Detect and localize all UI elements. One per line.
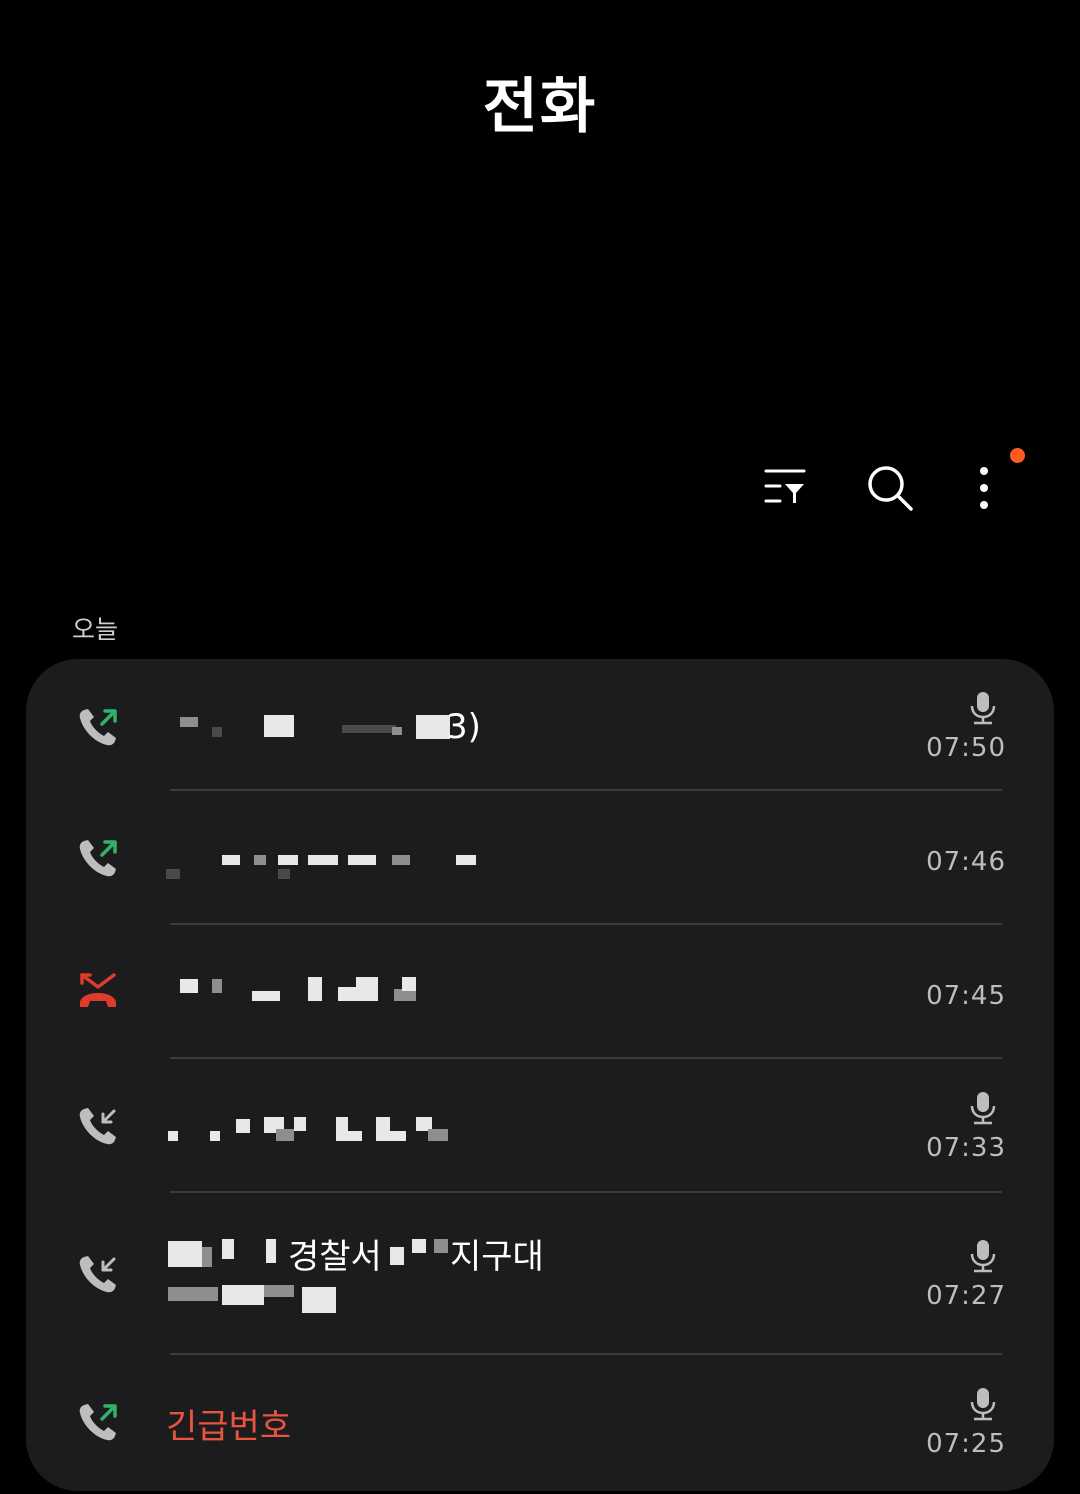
outgoing-call-icon bbox=[79, 709, 117, 746]
call-log-row[interactable]: 3) 07:50 bbox=[26, 659, 1054, 789]
incoming-call-icon bbox=[79, 1108, 116, 1145]
call-log-row[interactable]: 07:46 bbox=[26, 791, 1054, 923]
section-label-today: 오늘 bbox=[72, 615, 119, 644]
call-log-card: 3) 07:50 07:46 07:45 07:33 경찰서 지구대 07:27… bbox=[26, 659, 1054, 1491]
search-icon bbox=[868, 466, 913, 511]
recording-mic-icon bbox=[970, 1240, 996, 1273]
call-log-row[interactable]: 07:33 bbox=[26, 1059, 1054, 1191]
page-title: 전화 bbox=[482, 72, 598, 142]
call-time: 07:25 bbox=[926, 1429, 1006, 1459]
contact-name-redacted bbox=[166, 711, 476, 745]
call-time: 07:27 bbox=[926, 1281, 1006, 1311]
call-log-row[interactable]: 긴급번호 07:25 bbox=[26, 1355, 1054, 1491]
contact-name-redacted bbox=[166, 1113, 466, 1147]
call-time: 07:33 bbox=[926, 1133, 1006, 1163]
contact-name: 긴급번호 bbox=[166, 1407, 292, 1447]
contact-name-redacted bbox=[390, 1237, 450, 1271]
contact-name-part: 지구대 bbox=[450, 1237, 544, 1277]
contact-name-redacted bbox=[166, 847, 486, 881]
incoming-call-icon bbox=[79, 1256, 116, 1293]
contact-name-redacted bbox=[166, 975, 426, 1009]
call-log-row[interactable]: 경찰서 지구대 07:27 bbox=[26, 1193, 1054, 1353]
notification-badge bbox=[1010, 448, 1025, 463]
contact-number-redacted bbox=[166, 1283, 346, 1317]
call-time: 07:50 bbox=[926, 733, 1006, 763]
call-time: 07:46 bbox=[926, 847, 1006, 877]
outgoing-call-icon bbox=[79, 1404, 117, 1441]
filter-button[interactable] bbox=[755, 458, 815, 518]
missed-call-icon bbox=[80, 973, 116, 1007]
contact-name-part: 경찰서 bbox=[288, 1237, 382, 1277]
recording-mic-icon bbox=[970, 692, 996, 725]
outgoing-call-icon bbox=[79, 840, 117, 877]
more-options-button[interactable] bbox=[954, 458, 1014, 518]
recording-mic-icon bbox=[970, 1388, 996, 1421]
more-vertical-icon bbox=[980, 467, 988, 509]
contact-name-fragment: 3) bbox=[446, 707, 481, 747]
call-time: 07:45 bbox=[926, 981, 1006, 1011]
recording-mic-icon bbox=[970, 1092, 996, 1125]
call-log-row[interactable]: 07:45 bbox=[26, 925, 1054, 1057]
search-button[interactable] bbox=[860, 458, 920, 518]
filter-list-icon bbox=[764, 469, 806, 503]
contact-name-redacted bbox=[166, 1237, 286, 1271]
